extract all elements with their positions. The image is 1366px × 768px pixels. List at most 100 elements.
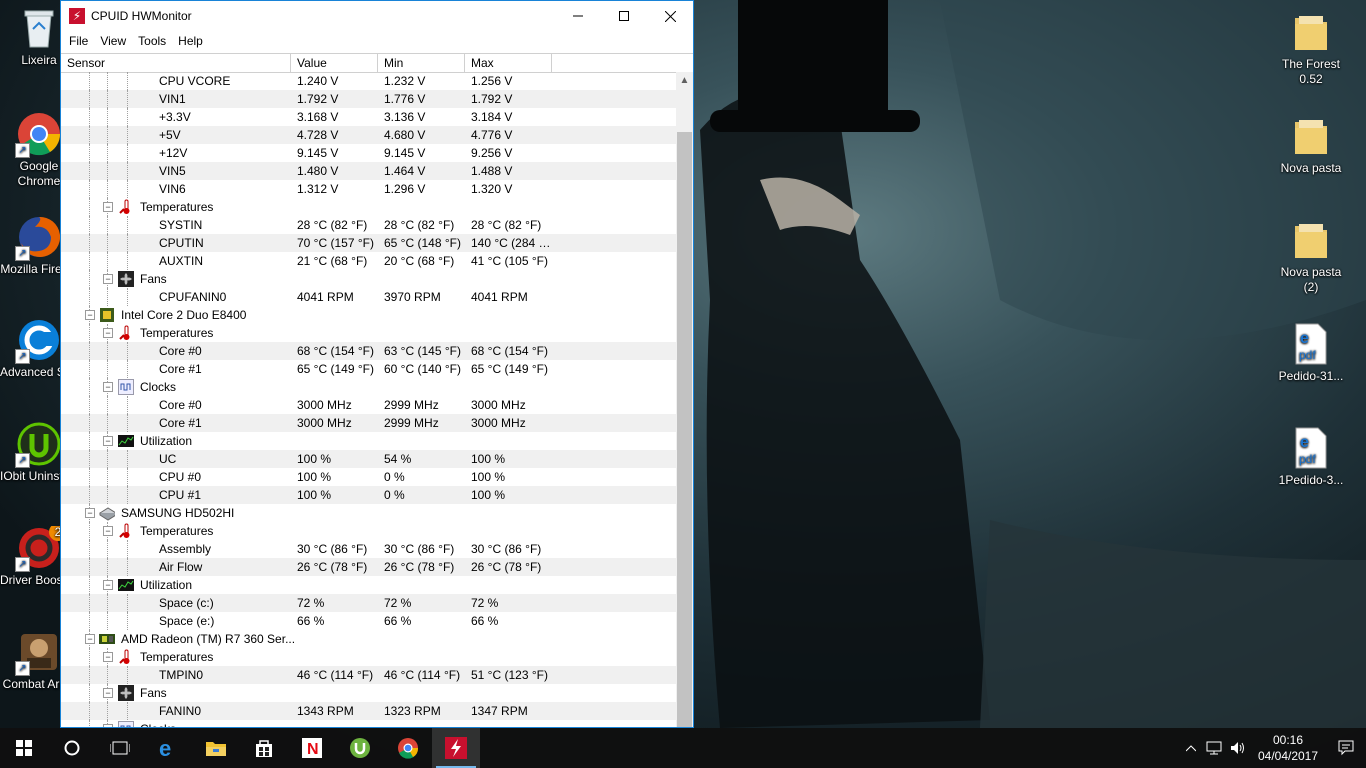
sensor-row[interactable]: Core #0 3000 MHz 2999 MHz 3000 MHz bbox=[61, 396, 677, 414]
sensor-row[interactable]: AUXTIN 21 °C (68 °F) 20 °C (68 °F) 41 °C (1… bbox=[61, 252, 677, 270]
column-header-value[interactable]: Value bbox=[291, 54, 378, 72]
sensor-group-row[interactable]: − Fans bbox=[61, 270, 677, 288]
taskbar-netflix[interactable]: N bbox=[288, 728, 336, 768]
taskbar-chrome[interactable] bbox=[384, 728, 432, 768]
sensor-row[interactable]: Space (c:) 72 % 72 % 72 % bbox=[61, 594, 677, 612]
sensor-value-cell bbox=[291, 432, 378, 450]
start-button[interactable] bbox=[0, 728, 48, 768]
sensor-value-cell bbox=[291, 324, 378, 342]
sensor-label: UC bbox=[159, 452, 177, 466]
device-row[interactable]: − AMD Radeon (TM) R7 360 Ser... bbox=[61, 630, 677, 648]
collapse-toggle-icon[interactable]: − bbox=[85, 634, 95, 644]
sensor-row[interactable]: Core #0 68 °C (154 °F) 63 °C (145 °F) 68 °C… bbox=[61, 342, 677, 360]
sensor-row[interactable]: FANIN0 1343 RPM 1323 RPM 1347 RPM bbox=[61, 702, 677, 720]
sensor-row[interactable]: CPU #1 100 % 0 % 100 % bbox=[61, 486, 677, 504]
scroll-up-arrow-icon[interactable]: ▲ bbox=[676, 72, 693, 89]
desktop-icon-pedido-31[interactable]: e pdf Pedido-31... bbox=[1272, 322, 1350, 384]
sensor-name-cell: − Fans bbox=[61, 684, 291, 702]
collapse-toggle-icon[interactable]: − bbox=[103, 688, 113, 698]
sensor-name-cell: − Temperatures bbox=[61, 522, 291, 540]
sensor-row[interactable]: TMPIN0 46 °C (114 °F) 46 °C (114 °F) 51 °C … bbox=[61, 666, 677, 684]
collapse-toggle-icon[interactable]: − bbox=[103, 526, 113, 536]
taskbar-store[interactable] bbox=[240, 728, 288, 768]
taskbar-file-explorer[interactable] bbox=[192, 728, 240, 768]
sensor-row[interactable]: VIN1 1.792 V 1.776 V 1.792 V bbox=[61, 90, 677, 108]
sensor-label: Clocks bbox=[140, 720, 176, 727]
sensor-row[interactable]: CPU VCORE 1.240 V 1.232 V 1.256 V bbox=[61, 72, 677, 90]
collapse-toggle-icon[interactable]: − bbox=[103, 328, 113, 338]
sensor-row[interactable]: Assembly 30 °C (86 °F) 30 °C (86 °F) 30 °C … bbox=[61, 540, 677, 558]
netflix-icon: N bbox=[302, 738, 322, 758]
sensor-row[interactable]: +3.3V 3.168 V 3.136 V 3.184 V bbox=[61, 108, 677, 126]
shortcut-arrow-icon: ↗ bbox=[15, 143, 30, 158]
collapse-toggle-icon[interactable]: − bbox=[103, 274, 113, 284]
menu-tools[interactable]: Tools bbox=[132, 34, 172, 48]
menu-view[interactable]: View bbox=[94, 34, 132, 48]
vertical-scrollbar[interactable]: ▲ bbox=[676, 72, 693, 727]
desktop-icon-nova-pasta[interactable]: Nova pasta bbox=[1272, 114, 1350, 176]
sensor-group-row[interactable]: − Temperatures bbox=[61, 198, 677, 216]
device-row[interactable]: − Intel Core 2 Duo E8400 bbox=[61, 306, 677, 324]
collapse-toggle-icon[interactable]: − bbox=[103, 202, 113, 212]
collapse-toggle-icon[interactable]: − bbox=[103, 382, 113, 392]
sensor-row[interactable]: SYSTIN 28 °C (82 °F) 28 °C (82 °F) 28 °C (8… bbox=[61, 216, 677, 234]
desktop-icon-nova-pasta-2[interactable]: Nova pasta (2) bbox=[1272, 218, 1350, 295]
sensor-value-cell bbox=[291, 648, 378, 666]
collapse-toggle-icon[interactable]: − bbox=[85, 310, 95, 320]
maximize-button[interactable] bbox=[601, 1, 647, 31]
network-button[interactable] bbox=[1202, 728, 1226, 768]
volume-button[interactable] bbox=[1226, 728, 1250, 768]
minimize-button[interactable] bbox=[555, 1, 601, 31]
sensor-row[interactable]: +12V 9.145 V 9.145 V 9.256 V bbox=[61, 144, 677, 162]
device-row[interactable]: − SAMSUNG HD502HI bbox=[61, 504, 677, 522]
sensor-group-row[interactable]: − Temperatures bbox=[61, 648, 677, 666]
cortana-button[interactable] bbox=[48, 728, 96, 768]
sensor-row[interactable]: VIN5 1.480 V 1.464 V 1.488 V bbox=[61, 162, 677, 180]
collapse-toggle-icon[interactable]: − bbox=[85, 508, 95, 518]
sensor-row[interactable]: VIN6 1.312 V 1.296 V 1.320 V bbox=[61, 180, 677, 198]
sensor-group-row[interactable]: − Temperatures bbox=[61, 522, 677, 540]
sensor-value-cell: 3.168 V bbox=[297, 110, 339, 124]
sensor-row[interactable]: Core #1 3000 MHz 2999 MHz 3000 MHz bbox=[61, 414, 677, 432]
collapse-toggle-icon[interactable]: − bbox=[103, 436, 113, 446]
sensor-row[interactable]: CPU #0 100 % 0 % 100 % bbox=[61, 468, 677, 486]
show-hidden-icons-button[interactable] bbox=[1180, 728, 1202, 768]
sensor-row[interactable]: +5V 4.728 V 4.680 V 4.776 V bbox=[61, 126, 677, 144]
sensor-min-cell: 63 °C (145 °F) bbox=[384, 344, 461, 358]
task-view-button[interactable] bbox=[96, 728, 144, 768]
sensor-group-row[interactable]: − Utilization bbox=[61, 576, 677, 594]
taskbar-utorrent[interactable] bbox=[336, 728, 384, 768]
menu-help[interactable]: Help bbox=[172, 34, 209, 48]
collapse-toggle-icon[interactable]: − bbox=[103, 580, 113, 590]
chrome-icon: ↗ bbox=[15, 112, 61, 158]
sensor-min-cell: 46 °C (114 °F) bbox=[384, 668, 461, 682]
sensor-row[interactable]: Air Flow 26 °C (78 °F) 26 °C (78 °F) 26 °C … bbox=[61, 558, 677, 576]
sensor-group-row[interactable]: −Clocks bbox=[61, 378, 677, 396]
collapse-toggle-icon[interactable]: − bbox=[103, 652, 113, 662]
sensor-row[interactable]: CPUTIN 70 °C (157 °F) 65 °C (148 °F) 140 °C… bbox=[61, 234, 677, 252]
scrollbar-thumb[interactable] bbox=[677, 132, 692, 727]
taskbar-clock[interactable]: 00:16 04/04/2017 bbox=[1250, 732, 1326, 764]
sensor-group-row[interactable]: − Temperatures bbox=[61, 324, 677, 342]
sensor-group-row[interactable]: − Fans bbox=[61, 684, 677, 702]
sensor-row[interactable]: Space (e:) 66 % 66 % 66 % bbox=[61, 612, 677, 630]
tree-line bbox=[127, 162, 128, 180]
desktop-icon-the-forest[interactable]: The Forest 0.52 bbox=[1272, 10, 1350, 87]
sensor-group-row[interactable]: − Utilization bbox=[61, 432, 677, 450]
sensor-row[interactable]: CPUFANIN0 4041 RPM 3970 RPM 4041 RPM bbox=[61, 288, 677, 306]
tree-line bbox=[89, 324, 90, 342]
taskbar-hwmonitor[interactable] bbox=[432, 728, 480, 768]
action-center-button[interactable] bbox=[1326, 728, 1366, 768]
sensor-row[interactable]: Core #1 65 °C (149 °F) 60 °C (140 °F) 65 °C… bbox=[61, 360, 677, 378]
sensor-row[interactable]: UC 100 % 54 % 100 % bbox=[61, 450, 677, 468]
menu-file[interactable]: File bbox=[63, 34, 94, 48]
sensor-group-row[interactable]: −Clocks bbox=[61, 720, 677, 727]
column-header-min[interactable]: Min bbox=[378, 54, 465, 72]
title-bar[interactable]: ⚡ CPUID HWMonitor bbox=[61, 1, 693, 31]
desktop-icon-1pedido-3[interactable]: e pdf 1Pedido-3... bbox=[1272, 426, 1350, 488]
column-header-sensor[interactable]: Sensor bbox=[61, 54, 291, 72]
close-button[interactable] bbox=[647, 1, 693, 31]
column-header-max[interactable]: Max bbox=[465, 54, 552, 72]
taskbar-edge[interactable]: e bbox=[144, 728, 192, 768]
tree-line bbox=[89, 342, 90, 360]
